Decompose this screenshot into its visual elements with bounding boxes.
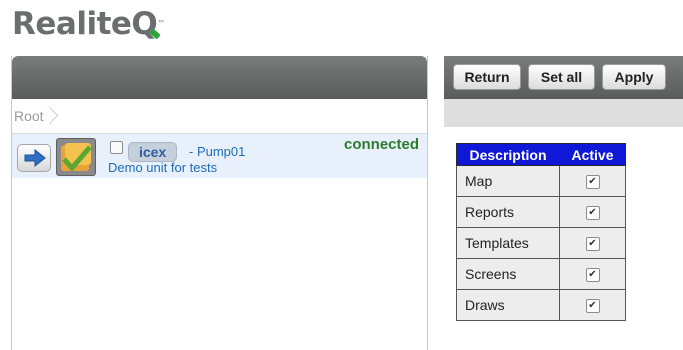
- unit-tree-header: [12, 56, 427, 99]
- return-button[interactable]: Return: [453, 64, 521, 90]
- logo-trademark: ™: [157, 19, 165, 28]
- table-header-row: Description Active: [456, 143, 626, 166]
- active-checkbox[interactable]: ✔: [585, 237, 600, 252]
- row-label: Templates: [456, 227, 560, 259]
- unit-checkmark-icon: [61, 143, 92, 172]
- unit-description: Demo unit for tests: [108, 160, 218, 175]
- unit-name[interactable]: - Pump01: [189, 144, 245, 159]
- active-checkbox[interactable]: ✔: [585, 206, 600, 221]
- active-checkbox[interactable]: ✔: [585, 268, 600, 283]
- logo-text: Realite: [12, 6, 132, 42]
- apply-button[interactable]: Apply: [602, 64, 666, 90]
- column-header-active: Active: [559, 143, 626, 166]
- logo-q: Q: [131, 6, 158, 42]
- permissions-table: Description Active Map ✔ Reports ✔ Templ…: [456, 143, 626, 321]
- table-row: Screens ✔: [456, 258, 626, 290]
- row-label: Screens: [456, 258, 560, 290]
- table-row: Draws ✔: [456, 289, 626, 321]
- unit-tag[interactable]: icex: [128, 142, 178, 162]
- unit-status: connected: [343, 136, 419, 153]
- row-label: Map: [456, 165, 560, 197]
- column-header-description: Description: [456, 143, 560, 166]
- breadcrumb: Root: [12, 99, 427, 134]
- open-unit-button[interactable]: [17, 144, 51, 172]
- unit-tree-panel: Root icex - Pump01 Demo unit for tests c…: [11, 56, 428, 350]
- unit-row[interactable]: icex - Pump01 Demo unit for tests connec…: [12, 134, 427, 178]
- permissions-toolbar: Return Set all Apply: [444, 56, 683, 99]
- breadcrumb-root[interactable]: Root: [12, 107, 51, 125]
- table-row: Reports ✔: [456, 196, 626, 228]
- realiteq-logo: RealiteQ™: [12, 6, 165, 42]
- active-checkbox[interactable]: ✔: [585, 299, 600, 314]
- table-row: Templates ✔: [456, 227, 626, 259]
- active-checkbox[interactable]: ✔: [585, 175, 600, 190]
- permissions-subbar: [444, 99, 683, 127]
- row-label: Reports: [456, 196, 560, 228]
- set-all-button[interactable]: Set all: [528, 64, 595, 90]
- row-label: Draws: [456, 289, 560, 321]
- arrow-right-icon: [24, 149, 46, 167]
- table-row: Map ✔: [456, 165, 626, 197]
- unit-select-checkbox[interactable]: [110, 141, 123, 154]
- unit-type-icon: [56, 138, 96, 176]
